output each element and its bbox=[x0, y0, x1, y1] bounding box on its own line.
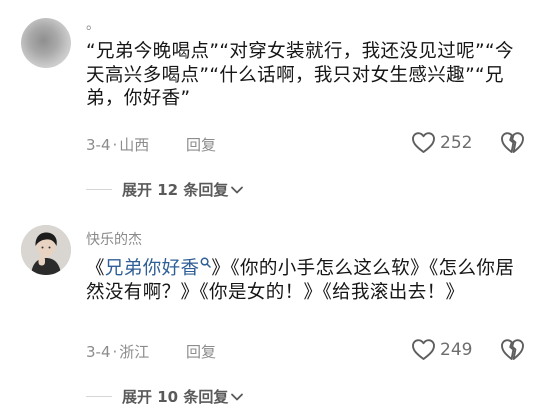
like-count: 249 bbox=[440, 339, 473, 360]
comment-meta: 3-4 · 山西 bbox=[86, 134, 149, 155]
divider bbox=[86, 189, 112, 190]
comment-date: 3-4 bbox=[86, 343, 111, 361]
comment-username[interactable]: 快乐的杰 bbox=[86, 229, 142, 249]
divider bbox=[86, 396, 112, 397]
search-icon bbox=[200, 257, 212, 268]
like-button[interactable]: 252 bbox=[411, 131, 472, 154]
expand-replies-label: 展开 12 条回复 bbox=[122, 181, 229, 199]
expand-replies-button[interactable]: 展开 12 条回复 bbox=[86, 179, 244, 200]
broken-heart-icon bbox=[501, 339, 524, 360]
reply-button[interactable]: 回复 bbox=[186, 341, 216, 362]
search-link[interactable]: 兄弟你好香 bbox=[104, 257, 212, 279]
search-link-label: 兄弟你好香 bbox=[104, 258, 200, 279]
comment-location: 浙江 bbox=[119, 343, 150, 361]
broken-heart-icon bbox=[501, 132, 524, 153]
comment-text: 《兄弟你好香 》《你的小手怎么这么软》《怎么你居然没有啊？》《你是女的！》《给我滚… bbox=[86, 257, 526, 304]
comment-date: 3-4 bbox=[86, 136, 111, 154]
expand-replies-button[interactable]: 展开 10 条回复 bbox=[86, 386, 244, 407]
like-button[interactable]: 249 bbox=[411, 338, 472, 361]
meta-separator: · bbox=[112, 343, 118, 361]
dislike-button[interactable] bbox=[500, 131, 525, 158]
like-count: 252 bbox=[440, 132, 473, 153]
comment-text: “兄弟今晚喝点”“对穿女装就行，我还没见过呢”“今天高兴多喝点”“什么话啊，我只… bbox=[86, 41, 514, 109]
avatar-photo bbox=[21, 225, 71, 275]
reply-button[interactable]: 回复 bbox=[186, 134, 216, 155]
chevron-down-icon bbox=[231, 186, 244, 193]
heart-icon bbox=[412, 339, 435, 360]
expand-replies-label: 展开 10 条回复 bbox=[122, 388, 229, 406]
avatar[interactable] bbox=[21, 225, 71, 275]
chevron-down-icon bbox=[231, 393, 244, 400]
heart-icon bbox=[412, 132, 435, 153]
comment-meta: 3-4 · 浙江 bbox=[86, 341, 149, 362]
comment-section: 。 “兄弟今晚喝点”“对穿女装就行，我还没见过呢”“今天高兴多喝点”“什么话啊，… bbox=[0, 0, 550, 414]
meta-separator: · bbox=[112, 136, 118, 154]
comment-location: 山西 bbox=[119, 136, 150, 154]
comment-text-prefix: 《 bbox=[86, 258, 105, 279]
avatar[interactable] bbox=[21, 18, 71, 68]
comment-username[interactable]: 。 bbox=[86, 14, 100, 34]
dislike-button[interactable] bbox=[500, 338, 525, 365]
